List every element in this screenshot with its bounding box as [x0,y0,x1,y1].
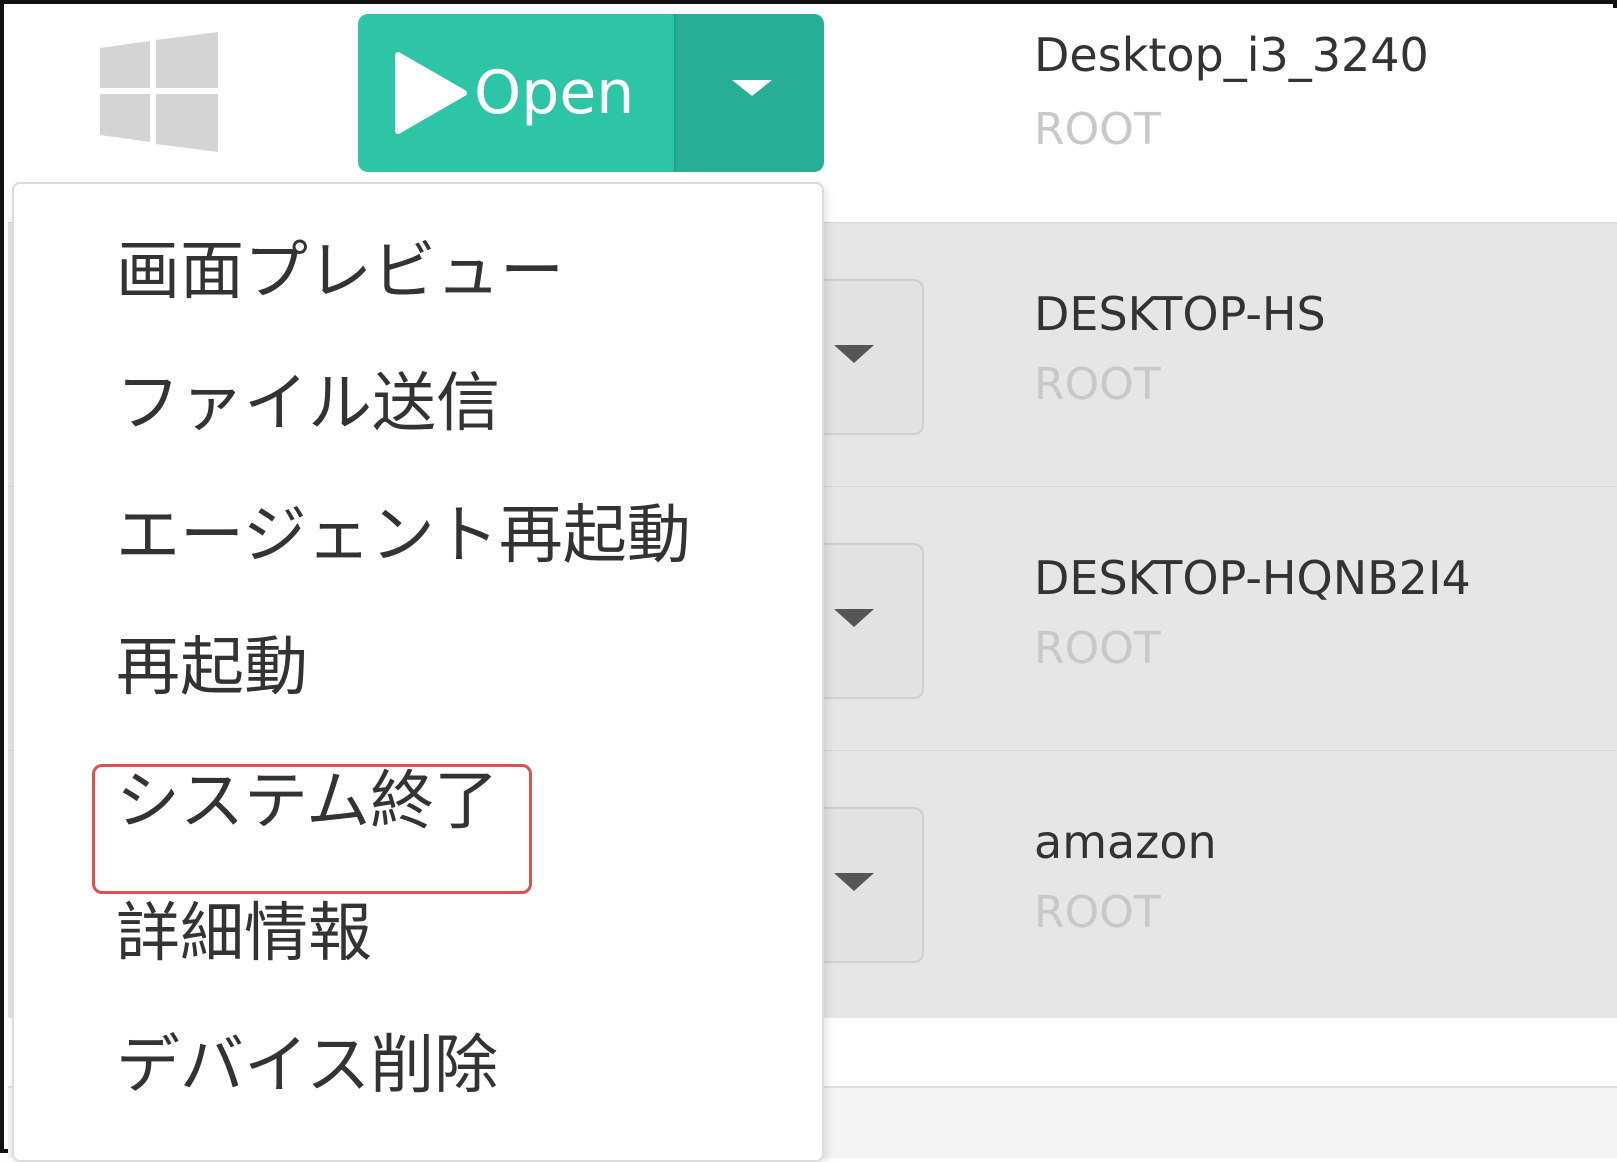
device-name: DESKTOP-HQNB2I4 [1034,551,1471,605]
menu-item-delete-device[interactable]: デバイス削除 [116,1026,498,1106]
context-menu: 画面プレビュー ファイル送信 エージェント再起動 再起動 システム終了 詳細情報… [12,182,824,1162]
caret-down-icon [732,80,772,96]
device-name: DESKTOP-HS [1034,287,1326,341]
device-name: Desktop_i3_3240 [1034,28,1429,82]
open-button[interactable]: Open [358,14,674,172]
windows-logo-icon [100,32,218,152]
menu-item-send-file[interactable]: ファイル送信 [116,364,500,444]
device-user: ROOT [1034,887,1161,938]
app-frame: Desktop_i3_3240 ROOT DESKTOP-HS ROOT DES… [0,0,1617,1162]
menu-item-screen-preview[interactable]: 画面プレビュー [116,232,564,312]
menu-item-reboot[interactable]: 再起動 [116,628,308,708]
device-name: amazon [1034,815,1217,869]
menu-item-details[interactable]: 詳細情報 [116,894,372,974]
device-user: ROOT [1034,623,1161,674]
open-button-label: Open [474,58,635,128]
caret-down-icon [834,609,874,627]
play-icon [395,52,467,134]
menu-item-restart-agent[interactable]: エージェント再起動 [116,496,691,576]
caret-down-icon [834,345,874,363]
open-dropdown-toggle[interactable] [674,14,824,172]
caret-down-icon [834,873,874,891]
open-split-button: Open [358,14,824,172]
device-user: ROOT [1034,359,1161,410]
highlight-box [92,764,532,894]
device-user: ROOT [1034,104,1161,155]
